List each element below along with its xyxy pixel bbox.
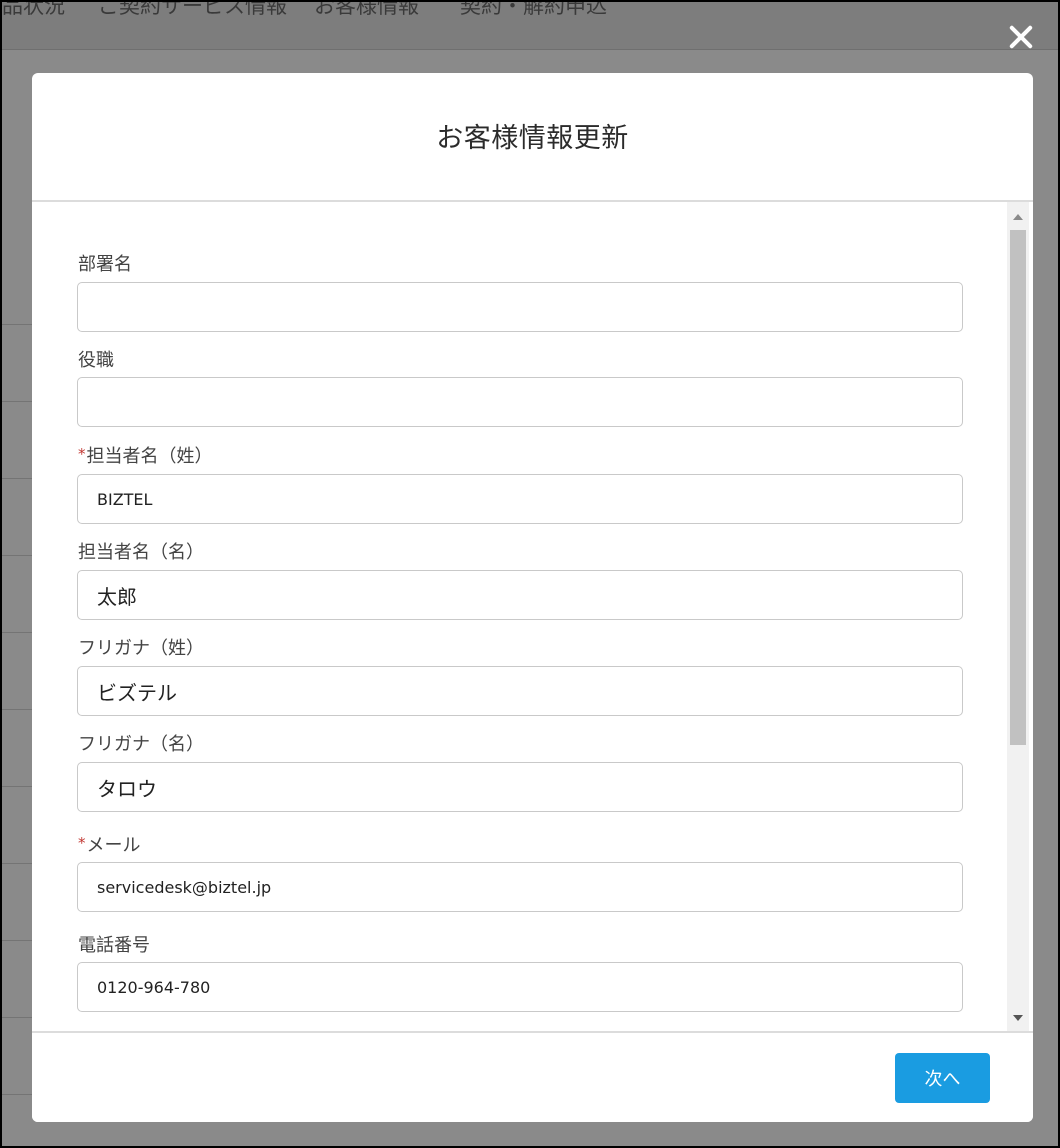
background-divider [2, 478, 34, 479]
background-divider [2, 709, 34, 710]
first-name-label: 担当者名（名） [78, 538, 204, 564]
scroll-up-icon[interactable] [1013, 214, 1023, 220]
phone-label-text: 電話番号 [78, 935, 150, 956]
background-nav-item: お客様情報 [314, 0, 419, 18]
first-name-kana-label-text: フリガナ（名） [78, 734, 204, 755]
job-title-label: 役職 [78, 346, 114, 372]
screen: 品状況 ご契約サービス情報 お客様情報 契約・解約申込 お客様情報更新 部署名 … [0, 0, 1060, 1148]
email-label: *メール [78, 831, 141, 857]
background-divider [2, 1017, 34, 1018]
next-button[interactable]: 次へ [895, 1053, 990, 1103]
modal-title: お客様情報更新 [436, 123, 629, 154]
required-mark: * [78, 834, 86, 852]
department-input[interactable] [77, 282, 963, 332]
background-divider [2, 555, 34, 556]
background-divider [2, 786, 34, 787]
background-nav-item: ご契約サービス情報 [98, 0, 287, 18]
email-input[interactable]: servicedesk@biztel.jp [77, 862, 963, 912]
phone-label: 電話番号 [78, 931, 150, 957]
last-name-input[interactable]: BIZTEL [77, 474, 963, 524]
scroll-down-icon[interactable] [1013, 1015, 1023, 1021]
background-divider [2, 632, 34, 633]
first-name-input[interactable]: 太郎 [77, 570, 963, 620]
required-mark: * [78, 445, 86, 463]
job-title-input[interactable] [77, 377, 963, 427]
customer-info-modal: お客様情報更新 部署名 役職 *担当者名（姓） BIZTEL 担当者名（名） 太… [32, 73, 1033, 1122]
background-nav: 品状況 ご契約サービス情報 お客様情報 契約・解約申込 [2, 2, 1058, 50]
email-label-text: メール [86, 835, 141, 856]
phone-input[interactable]: 0120-964-780 [77, 962, 963, 1012]
scrollbar[interactable] [1007, 202, 1029, 1031]
last-name-label: *担当者名（姓） [78, 442, 213, 468]
last-name-label-text: 担当者名（姓） [86, 446, 213, 467]
department-label-text: 部署名 [78, 254, 132, 275]
modal-body[interactable]: 部署名 役職 *担当者名（姓） BIZTEL 担当者名（名） 太郎 フリガナ（姓… [32, 202, 1033, 1031]
first-name-label-text: 担当者名（名） [78, 542, 204, 563]
background-divider [2, 324, 34, 325]
background-divider [2, 1094, 34, 1095]
last-name-kana-input[interactable]: ビズテル [77, 666, 963, 716]
modal-header: お客様情報更新 [32, 73, 1033, 202]
background-nav-item: 契約・解約申込 [460, 0, 607, 18]
department-label: 部署名 [78, 250, 132, 276]
background-divider [2, 401, 34, 402]
close-icon[interactable] [1000, 16, 1042, 58]
last-name-kana-label-text: フリガナ（姓） [78, 638, 204, 659]
first-name-kana-input[interactable]: タロウ [77, 762, 963, 812]
scroll-thumb[interactable] [1010, 230, 1026, 745]
modal-footer: 次へ [32, 1031, 1033, 1122]
last-name-kana-label: フリガナ（姓） [78, 634, 204, 660]
job-title-label-text: 役職 [78, 350, 114, 371]
background-divider [2, 863, 34, 864]
background-nav-item: 品状況 [2, 0, 65, 18]
first-name-kana-label: フリガナ（名） [78, 730, 204, 756]
background-divider [2, 940, 34, 941]
